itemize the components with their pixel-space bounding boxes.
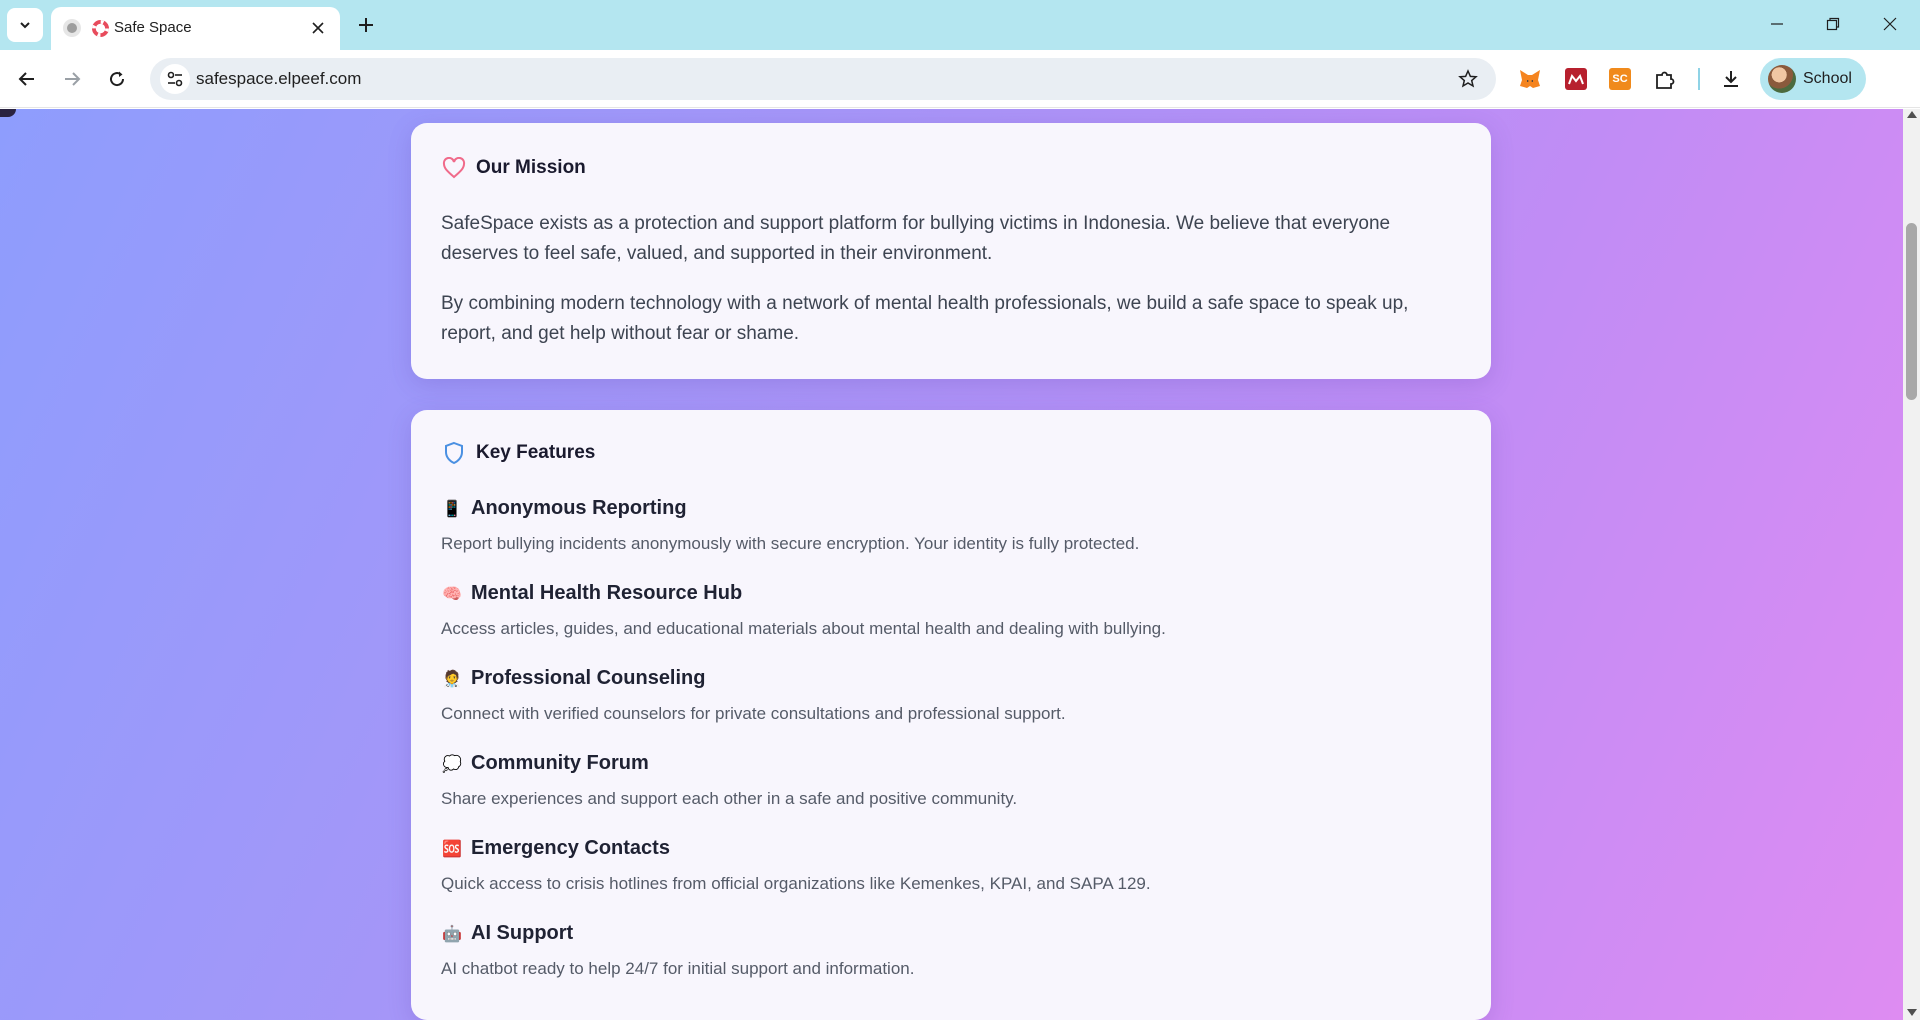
page-scrollbar[interactable] xyxy=(1903,109,1920,1020)
shield-icon xyxy=(441,440,467,466)
chevron-down-icon xyxy=(20,22,30,29)
feature-item: 💭 Community Forum Share experiences and … xyxy=(441,752,1466,809)
feature-item: 🆘 Emergency Contacts Quick access to cri… xyxy=(441,837,1466,894)
scrollbar-thumb[interactable] xyxy=(1906,223,1917,400)
feature-description: Quick access to crisis hotlines from off… xyxy=(441,874,1151,893)
feature-title: Professional Counseling xyxy=(471,667,706,689)
tune-icon xyxy=(167,71,183,87)
puzzle-extensions-icon xyxy=(1656,71,1675,89)
back-button[interactable] xyxy=(12,64,42,94)
active-tab[interactable]: Safe Space xyxy=(51,7,340,50)
new-tab-button[interactable] xyxy=(353,12,379,38)
sc-extension[interactable]: SC xyxy=(1607,66,1633,92)
feature-description: Report bullying incidents anonymously wi… xyxy=(441,534,1140,553)
tab-title: Safe Space xyxy=(114,19,192,36)
feature-item: 📱 Anonymous Reporting Report bullying in… xyxy=(441,497,1466,554)
feature-title: Community Forum xyxy=(471,752,649,774)
red-extension[interactable] xyxy=(1563,66,1589,92)
minimize-button[interactable] xyxy=(1757,8,1797,40)
feature-item: 🧑‍⚕️ Professional Counseling Connect wit… xyxy=(441,667,1466,724)
reload-icon xyxy=(110,71,125,87)
robot-icon: 🤖 xyxy=(442,925,462,943)
counselor-icon: 🧑‍⚕️ xyxy=(442,670,462,688)
browser-toolbar: safespace.elpeef.com SC xyxy=(0,50,1920,138)
mission-heading: Our Mission xyxy=(476,157,586,178)
url-text[interactable]: safespace.elpeef.com xyxy=(196,69,361,89)
mission-card: Our Mission SafeSpace exists as a protec… xyxy=(411,123,1491,379)
download-icon xyxy=(1724,71,1738,87)
plus-icon xyxy=(359,18,373,32)
feature-item: 🧠 Mental Health Resource Hub Access arti… xyxy=(441,582,1466,639)
scroll-down-arrow-icon[interactable] xyxy=(1907,1009,1917,1016)
feature-title: Emergency Contacts xyxy=(471,837,670,859)
metamask-fox-icon xyxy=(1520,70,1540,88)
reload-button[interactable] xyxy=(102,64,132,94)
downloads-button[interactable] xyxy=(1718,66,1744,92)
feature-description: Share experiences and support each other… xyxy=(441,789,1018,808)
extensions-menu-button[interactable] xyxy=(1652,66,1678,92)
restore-button[interactable] xyxy=(1813,8,1853,40)
restore-icon xyxy=(1826,17,1840,31)
metamask-extension[interactable] xyxy=(1517,66,1543,92)
feature-title: AI Support xyxy=(471,922,574,944)
minimize-icon xyxy=(1771,23,1783,25)
sos-icon: 🆘 xyxy=(442,840,462,858)
avatar xyxy=(1768,65,1796,93)
lifebuoy-favicon-icon xyxy=(92,20,109,37)
close-tab-icon[interactable] xyxy=(306,16,330,40)
globe-icon xyxy=(63,19,81,37)
feature-title: Mental Health Resource Hub xyxy=(471,582,743,604)
phone-icon: 📱 xyxy=(442,500,462,518)
close-window-button[interactable] xyxy=(1870,8,1910,40)
arrow-left-icon xyxy=(18,72,34,86)
feature-description: Access articles, guides, and educational… xyxy=(441,619,1166,638)
profile-name: School xyxy=(1803,70,1852,87)
address-bar[interactable]: safespace.elpeef.com xyxy=(150,58,1496,100)
feature-item: 🤖 AI Support AI chatbot ready to help 24… xyxy=(441,922,1466,979)
speech-bubble-icon: 💭 xyxy=(442,755,462,773)
sc-extension-icon: SC xyxy=(1609,68,1631,90)
bookmark-star-button[interactable] xyxy=(1456,67,1480,91)
mission-paragraph-1: SafeSpace exists as a protection and sup… xyxy=(441,213,1391,264)
features-heading: Key Features xyxy=(476,442,596,463)
arrow-right-icon xyxy=(65,72,81,86)
features-header: Key Features xyxy=(441,440,595,466)
brain-icon: 🧠 xyxy=(442,585,462,603)
site-info-button[interactable] xyxy=(160,64,190,94)
scroll-up-arrow-icon[interactable] xyxy=(1907,111,1917,118)
feature-description: Connect with verified counselors for pri… xyxy=(441,704,1066,723)
red-extension-icon xyxy=(1565,68,1587,90)
mission-paragraph-2: By combining modern technology with a ne… xyxy=(441,293,1409,344)
profile-button[interactable]: School xyxy=(1760,58,1866,100)
feature-title: Anonymous Reporting xyxy=(471,497,687,519)
page-viewport: Our Mission SafeSpace exists as a protec… xyxy=(0,109,1903,1020)
star-icon xyxy=(1458,69,1478,88)
toolbar-separator xyxy=(1698,68,1700,90)
browser-tab-strip: Safe Space xyxy=(0,0,1920,50)
forward-button[interactable] xyxy=(57,64,87,94)
heart-icon xyxy=(441,155,467,181)
mission-header: Our Mission xyxy=(441,155,586,181)
close-icon xyxy=(1883,17,1897,31)
feature-description: AI chatbot ready to help 24/7 for initia… xyxy=(441,959,915,978)
features-card: Key Features 📱 Anonymous Reporting Repor… xyxy=(411,410,1491,1020)
tab-search-button[interactable] xyxy=(7,8,43,42)
